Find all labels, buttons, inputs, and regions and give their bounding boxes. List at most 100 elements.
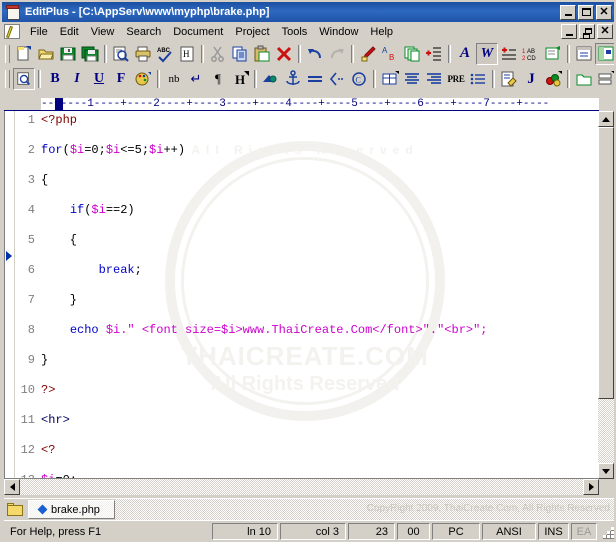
vscroll-thumb[interactable]	[598, 127, 614, 399]
triangle-left-icon	[9, 483, 15, 491]
nbsp-icon[interactable]: nb	[163, 68, 185, 90]
menu-item-edit[interactable]: Edit	[54, 24, 85, 40]
status-column: col 3	[280, 523, 346, 540]
spell-check-icon[interactable]: ABC	[154, 43, 176, 65]
folder-open-icon[interactable]	[573, 68, 595, 90]
directory-window-icon[interactable]	[595, 42, 614, 65]
copyright-icon[interactable]: C	[348, 68, 370, 90]
delete-x-icon[interactable]	[273, 43, 295, 65]
menu-item-search[interactable]: Search	[120, 24, 167, 40]
html-page-icon[interactable]: H	[176, 43, 198, 65]
svg-text:H: H	[183, 49, 190, 59]
menu-item-help[interactable]: Help	[364, 24, 399, 40]
ab-cd-sort-icon[interactable]: 1 AB 2 CD	[520, 43, 542, 65]
form-icon[interactable]	[498, 68, 520, 90]
page-preview-icon[interactable]	[13, 68, 35, 90]
vertical-scrollbar[interactable]	[598, 111, 614, 479]
status-encoding[interactable]: ANSI	[482, 523, 536, 540]
line-break-icon[interactable]: ↵	[185, 68, 207, 90]
list-icon[interactable]	[467, 68, 489, 90]
output-window-icon[interactable]	[573, 43, 595, 65]
menu-item-project[interactable]: Project	[229, 24, 275, 40]
find-ab-icon[interactable]: A B	[379, 43, 401, 65]
font-tag-icon[interactable]: F	[110, 68, 132, 90]
undo-arrow-icon[interactable]	[304, 43, 326, 65]
table-icon[interactable]	[379, 68, 401, 90]
frames-icon[interactable]	[595, 68, 614, 90]
italic-icon[interactable]: I	[66, 68, 88, 90]
code-token: }	[41, 293, 78, 307]
maximize-button[interactable]	[578, 4, 594, 20]
horizontal-scrollbar[interactable]	[4, 479, 599, 495]
scroll-right-button[interactable]	[583, 479, 599, 495]
new-file-icon[interactable]	[13, 43, 35, 65]
duplicate-pages-icon[interactable]	[401, 43, 423, 65]
pre-icon[interactable]: PRE	[445, 68, 467, 90]
scroll-left-button[interactable]	[4, 479, 20, 495]
code-editor[interactable]: All Rights Reserved THAICREATE.COM All R…	[4, 111, 599, 479]
menu-item-window[interactable]: Window	[313, 24, 364, 40]
code-line: 2 for($i=0;$i<=5;$i++)	[5, 143, 598, 158]
svg-text:ABC: ABC	[157, 48, 171, 54]
copy-icon[interactable]	[229, 43, 251, 65]
browser-preview-icon[interactable]	[542, 43, 564, 65]
align-center-icon[interactable]	[401, 68, 423, 90]
color-palette-icon[interactable]	[132, 68, 154, 90]
image-icon[interactable]	[260, 68, 282, 90]
print-icon[interactable]	[132, 43, 154, 65]
align-right-icon[interactable]	[423, 68, 445, 90]
open-folder-icon[interactable]	[35, 43, 57, 65]
paste-clipboard-icon[interactable]	[251, 43, 273, 65]
mdi-close-button[interactable]: ✕	[597, 24, 613, 39]
status-insert-mode[interactable]: INS	[538, 523, 569, 540]
close-button[interactable]: ✕	[596, 4, 612, 20]
editor-ruler: --+----1----+----2----+----3----+----4--…	[4, 98, 599, 111]
font-a-icon[interactable]: A	[454, 43, 476, 65]
toolbar-grip[interactable]	[5, 44, 10, 63]
colors-icon[interactable]	[542, 68, 564, 90]
title-bar: EditPlus - [C:\AppServ\www\myphp\brake.p…	[2, 2, 614, 22]
document-pencil-icon[interactable]	[4, 24, 20, 39]
cut-scissors-icon[interactable]	[207, 43, 229, 65]
save-all-icon[interactable]	[79, 43, 101, 65]
html-toolbar-grip[interactable]	[5, 70, 10, 88]
highlight-brush-icon[interactable]	[357, 43, 379, 65]
menu-item-file[interactable]: File	[24, 24, 54, 40]
mdi-minimize-button[interactable]	[561, 24, 577, 39]
paragraph-icon[interactable]: ¶	[207, 68, 229, 90]
status-help-text: For Help, press F1	[10, 525, 102, 538]
scroll-up-button[interactable]	[598, 111, 614, 127]
insert-line-icon[interactable]	[423, 43, 445, 65]
hscroll-track[interactable]	[20, 479, 583, 495]
svg-text:C: C	[356, 76, 361, 85]
comment-icon[interactable]	[326, 68, 348, 90]
save-icon[interactable]	[57, 43, 79, 65]
code-token: {	[41, 173, 49, 187]
mdi-restore-button[interactable]	[579, 24, 595, 39]
code-lines: 1 <?php 2 for($i=0;$i<=5;$i++) 3{ 4 if($i=…	[5, 113, 598, 478]
menu-item-document[interactable]: Document	[167, 24, 229, 40]
bold-icon[interactable]: B	[44, 68, 66, 90]
redo-arrow-icon[interactable]	[326, 43, 348, 65]
code-token: }	[41, 353, 49, 367]
menu-item-view[interactable]: View	[85, 24, 121, 40]
horizontal-rule-icon[interactable]	[304, 68, 326, 90]
underline-icon[interactable]: U	[88, 68, 110, 90]
resize-grip[interactable]	[601, 525, 614, 539]
folder-icon[interactable]	[7, 502, 24, 517]
code-token: ==2)	[105, 203, 135, 217]
line-numbers-icon[interactable]	[498, 43, 520, 65]
heading-icon[interactable]: H	[229, 68, 251, 90]
status-line-ending[interactable]: PC	[432, 523, 480, 540]
minimize-button[interactable]	[560, 4, 576, 20]
word-wrap-icon[interactable]: W	[476, 42, 498, 65]
svg-text:AB: AB	[527, 49, 535, 55]
javascript-icon[interactable]: J	[520, 68, 542, 90]
print-preview-icon[interactable]	[110, 43, 132, 65]
code-token: for	[41, 143, 63, 157]
anchor-icon[interactable]	[282, 68, 304, 90]
vscroll-track[interactable]	[598, 127, 614, 463]
scroll-down-button[interactable]	[598, 463, 614, 479]
menu-item-tools[interactable]: Tools	[276, 24, 314, 40]
tab-brake-php[interactable]: brake.php	[28, 500, 115, 519]
